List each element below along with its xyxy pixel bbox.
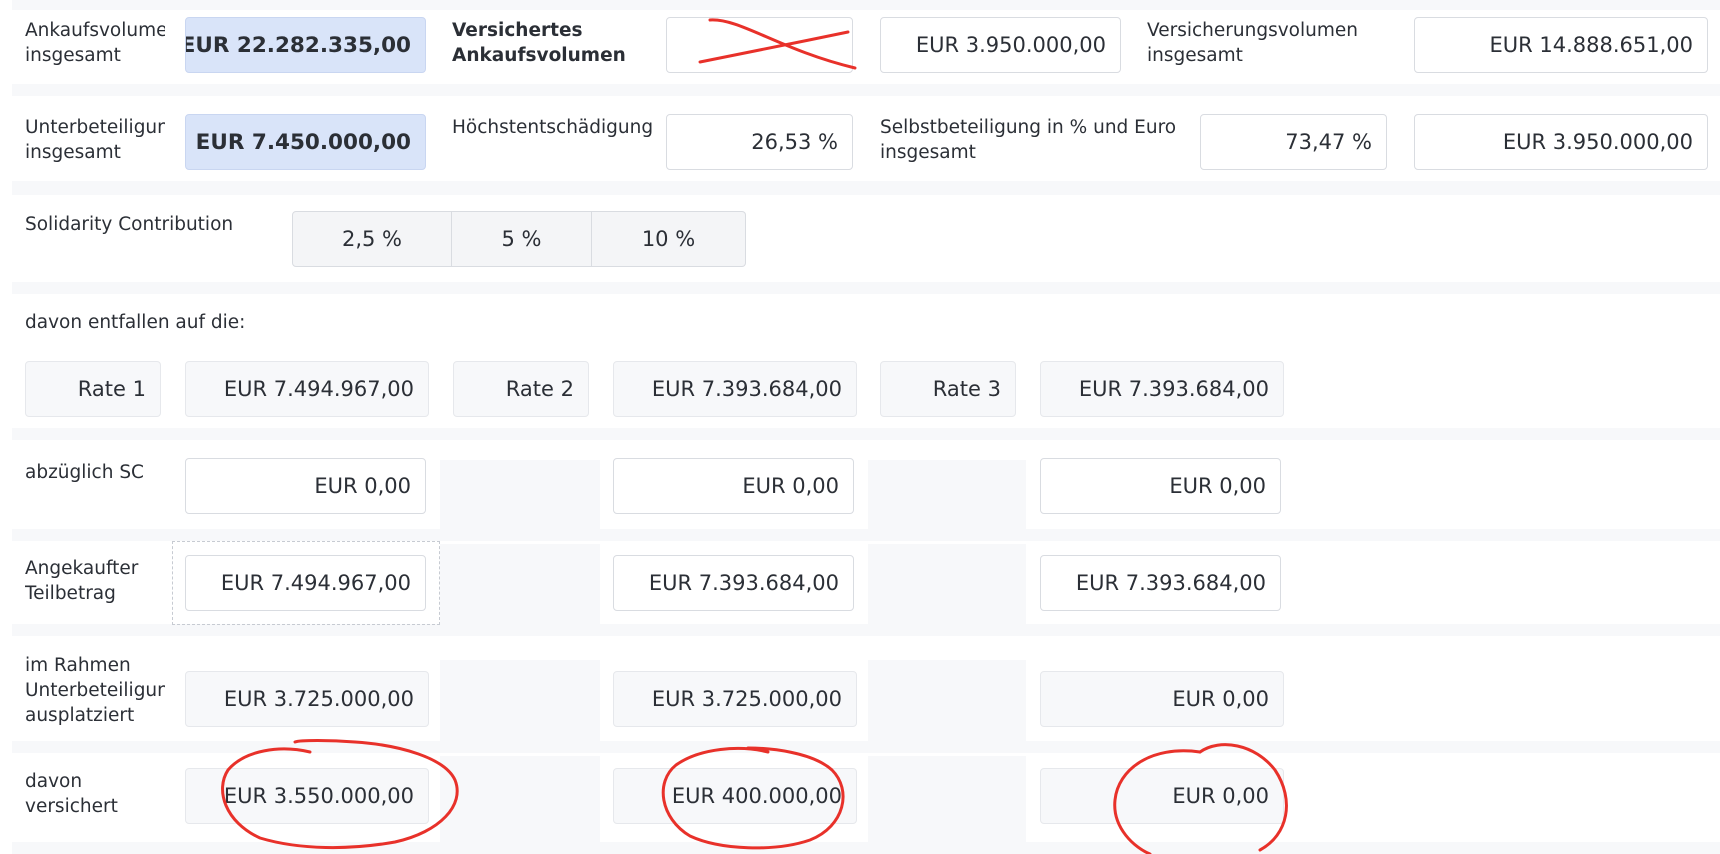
rate-2-label-box: Rate 2 (453, 361, 589, 417)
empty-cell (868, 660, 1026, 742)
versichert-label: davon versichert (25, 771, 118, 817)
rate-2-value: EUR 7.393.684,00 (613, 361, 857, 417)
rate-3-ausplatziert-value: EUR 0,00 (1040, 671, 1284, 727)
selbstbeteiligung-label: Selbstbeteiligung in % und Euro insgesam… (880, 117, 1177, 163)
empty-cell (868, 544, 1026, 626)
rate-3-angekauft-field[interactable]: EUR 7.393.684,00 (1040, 555, 1281, 611)
rate-1-value: EUR 7.494.967,00 (185, 361, 429, 417)
rate-1-label-box: Rate 1 (25, 361, 161, 417)
row-band-abz (12, 428, 1720, 440)
rate-3-label-box: Rate 3 (880, 361, 1016, 417)
versicherungsvolumen-field[interactable]: EUR 14.888.651,00 (1414, 17, 1708, 73)
rate-1-angekauft-field[interactable]: EUR 7.494.967,00 (185, 555, 426, 611)
solidarity-label: Solidarity Contribution (25, 214, 234, 235)
row-band-bottom (12, 842, 1720, 854)
hoechstentschaedigung-label: Höchstentschädigung (452, 117, 652, 138)
angekauft-label: Angekaufter Teilbetrag (25, 558, 139, 604)
rate-2-abzueglich-sc-field[interactable]: EUR 0,00 (613, 458, 854, 514)
selbstbeteiligung-amount-field[interactable]: EUR 3.950.000,00 (1414, 114, 1708, 170)
solidarity-option-5[interactable]: 5 % (452, 211, 592, 267)
empty-cell (440, 660, 600, 742)
row-band-rates (12, 282, 1720, 294)
solidarity-option-10[interactable]: 10 % (592, 211, 746, 267)
rate-2-angekauft-field[interactable]: EUR 7.393.684,00 (613, 555, 854, 611)
row-band-angekauft (12, 529, 1720, 541)
ankaufsvolumen-label: Ankaufsvolumen insgesamt (25, 20, 165, 66)
empty-cell (440, 756, 600, 842)
row-band-aus (12, 624, 1720, 636)
unterbeteiligung-field[interactable]: EUR 7.450.000,00 (185, 114, 426, 170)
versichertes-amount-field[interactable]: EUR 3.950.000,00 (880, 17, 1121, 73)
rate-1-ausplatziert-value: EUR 3.725.000,00 (185, 671, 429, 727)
versicherungsvolumen-label: Versicherungsvolumen insgesamt (1147, 20, 1358, 66)
unterbeteiligung-label: Unterbeteiligung insgesamt (25, 117, 165, 163)
versichertes-field[interactable] (666, 17, 853, 73)
empty-cell (868, 756, 1026, 842)
rate-2-ausplatziert-value: EUR 3.725.000,00 (613, 671, 857, 727)
empty-cell (440, 460, 600, 540)
solidarity-option-2-5[interactable]: 2,5 % (292, 211, 452, 267)
rate-3-value: EUR 7.393.684,00 (1040, 361, 1284, 417)
row-band-sc (12, 181, 1720, 195)
rate-1-abzueglich-sc-field[interactable]: EUR 0,00 (185, 458, 426, 514)
row-band-2 (12, 0, 1720, 10)
rate-1-versichert-value: EUR 3.550.000,00 (185, 768, 429, 824)
empty-cell (440, 544, 600, 626)
hoechstentschaedigung-field[interactable]: 26,53 % (666, 114, 853, 170)
rate-3-abzueglich-sc-field[interactable]: EUR 0,00 (1040, 458, 1281, 514)
davon-entfallen-label: davon entfallen auf die: (25, 312, 246, 333)
selbstbeteiligung-percent-field[interactable]: 73,47 % (1200, 114, 1387, 170)
row-band-vers (12, 741, 1720, 753)
ankaufsvolumen-field[interactable]: EUR 22.282.335,00 (185, 17, 426, 73)
abzueglich-sc-label: abzüglich SC (25, 462, 144, 483)
rate-2-versichert-value: EUR 400.000,00 (613, 768, 857, 824)
versichertes-label: Versichertes Ankaufsvolumen (452, 20, 626, 66)
row-band-top (12, 84, 1720, 96)
empty-cell (868, 460, 1026, 540)
rate-3-versichert-value: EUR 0,00 (1040, 768, 1284, 824)
ausplatziert-label: im Rahmen Unterbeteiligung ausplatziert (25, 655, 165, 726)
